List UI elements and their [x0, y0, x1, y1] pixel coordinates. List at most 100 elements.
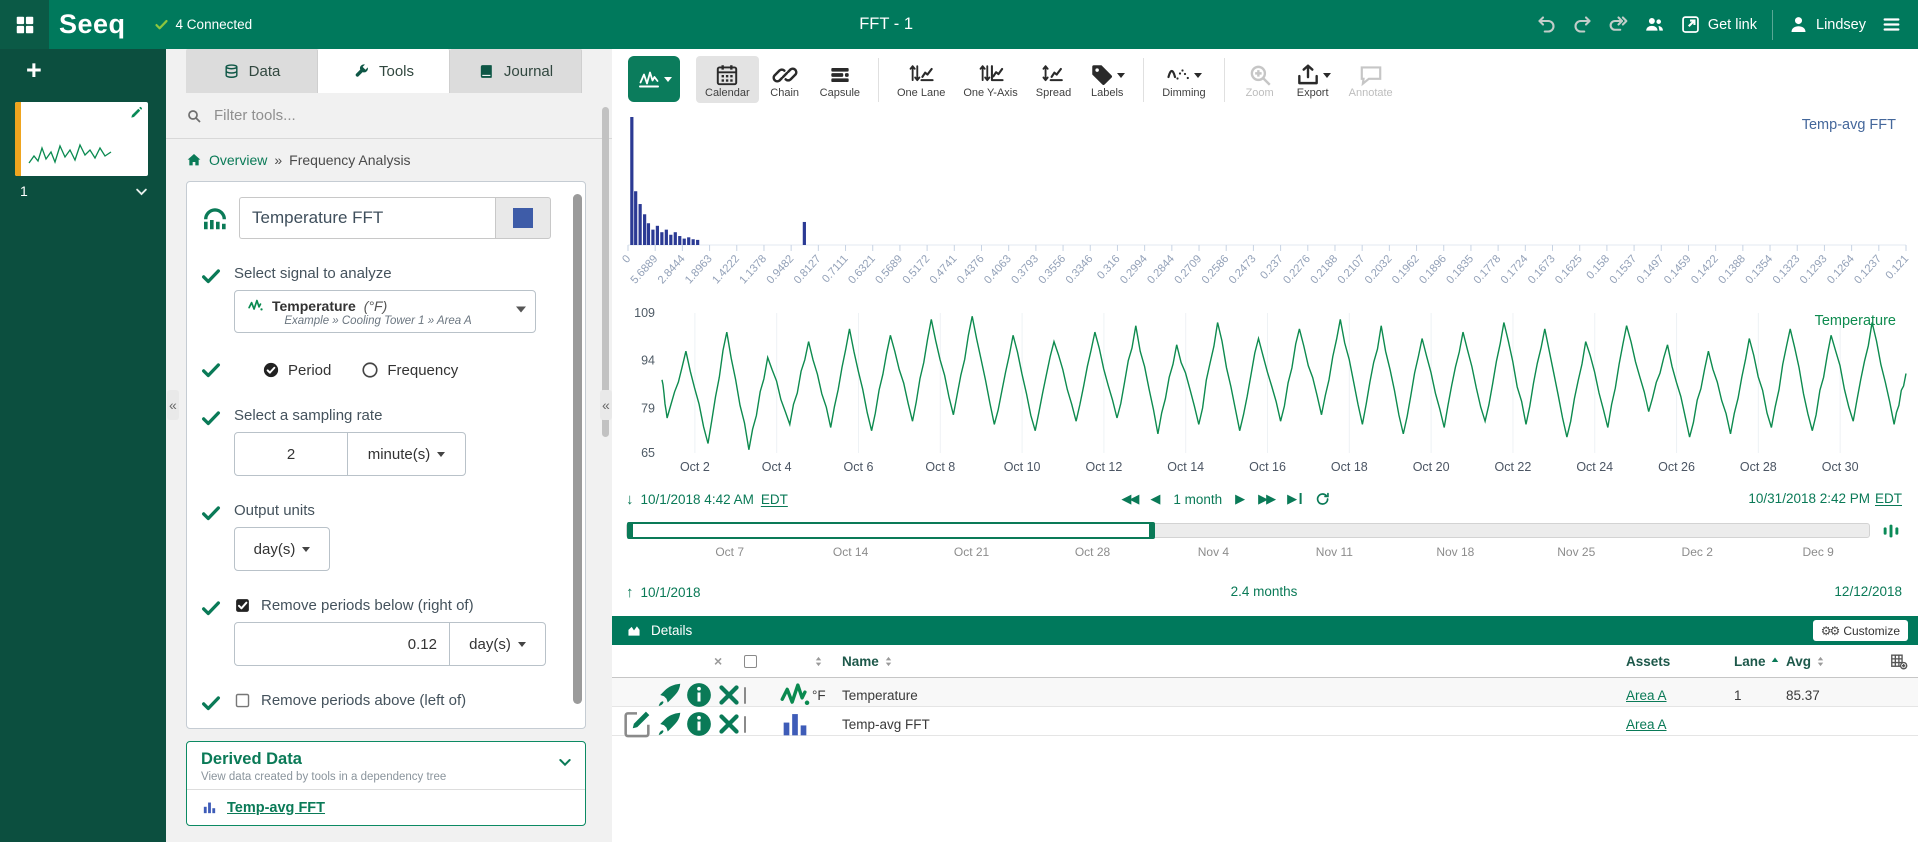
tab-journal[interactable]: Journal	[450, 49, 582, 93]
remove-all-icon[interactable]: ×	[714, 653, 744, 669]
fft-chart[interactable]: Temp-avg FFT 05.68892.84441.89631.42221.…	[622, 109, 1906, 301]
temperature-chart[interactable]: Temperature 109947965Oct 2Oct 4Oct 6Oct …	[622, 301, 1906, 483]
step-check-icon	[200, 359, 222, 381]
hamburger-menu-icon[interactable]	[1881, 14, 1902, 35]
color-picker-button[interactable]	[495, 197, 551, 239]
toolbar-button-calendar[interactable]: Calendar	[696, 56, 759, 103]
sampling-rate-input[interactable]	[235, 433, 347, 475]
output-unit-select[interactable]: day(s)	[234, 527, 330, 571]
worksheet-thumbnail[interactable]	[15, 102, 148, 176]
toolbar-button-chain[interactable]: Chain	[759, 56, 811, 103]
step-forward-half-button[interactable]: ▶▶	[1258, 491, 1274, 507]
temperature-legend[interactable]: Temperature	[1815, 313, 1896, 329]
app-switcher-button[interactable]	[0, 0, 49, 49]
toolbar-button-one-y-axis[interactable]: One Y-Axis	[954, 56, 1026, 103]
range-end-control[interactable]: 10/31/2018 2:42 PM EDT	[1748, 491, 1902, 506]
table-row-temperature[interactable]: °FTemperatureArea A185.37	[612, 678, 1918, 707]
toolbar-button-labels[interactable]: Labels	[1080, 56, 1134, 103]
item-name[interactable]: Temperature	[842, 688, 918, 703]
toolbar-button-one-lane[interactable]: One Lane	[888, 56, 954, 103]
customize-button[interactable]: ⚙⚙ Customize	[1813, 620, 1908, 641]
asset-link[interactable]: Area A	[1626, 688, 1667, 703]
asset-link[interactable]: Area A	[1626, 717, 1667, 732]
svg-text:0.1835: 0.1835	[1444, 253, 1476, 286]
display-mode-button[interactable]	[628, 56, 680, 102]
step-forward-button[interactable]: ▶	[1235, 491, 1245, 507]
remove-icon[interactable]	[714, 709, 744, 739]
column-avg[interactable]: Avg	[1786, 654, 1811, 669]
period-radio[interactable]: Period	[262, 361, 331, 379]
remove-icon[interactable]	[714, 680, 744, 710]
table-row-temp-avg-fft[interactable]: Temp-avg FFT Area A	[612, 707, 1918, 736]
fft-legend[interactable]: Temp-avg FFT	[1802, 117, 1896, 133]
filter-tools-input[interactable]	[212, 106, 592, 125]
worksheet-chevron-down-icon[interactable]	[134, 184, 149, 199]
row-checkbox[interactable]	[744, 687, 746, 704]
column-name[interactable]: Name	[842, 654, 879, 669]
toolbar-button-dimming[interactable]: Dimming	[1153, 56, 1214, 103]
info-icon[interactable]	[684, 680, 714, 710]
investigate-end[interactable]: 12/12/2018	[1834, 584, 1902, 599]
toolbar-button-capsule[interactable]: Capsule	[811, 56, 869, 103]
redo-icon[interactable]	[1572, 14, 1593, 35]
timeline-tick-label: Oct 28	[1075, 545, 1110, 559]
toolbar-button-export[interactable]: Export	[1286, 56, 1340, 103]
svg-text:1.8963: 1.8963	[683, 253, 715, 286]
auto-update-button[interactable]	[1314, 491, 1330, 507]
range-start-control[interactable]: ↓ 10/1/2018 4:42 AM EDT	[626, 491, 788, 508]
users-icon[interactable]	[1644, 14, 1665, 35]
step-back-half-button[interactable]: ◀◀	[1121, 491, 1137, 507]
row-checkbox[interactable]	[744, 716, 746, 733]
frequency-radio[interactable]: Frequency	[361, 361, 458, 379]
remove-below-unit-select[interactable]: day(s)	[449, 623, 545, 665]
edit-icon[interactable]	[620, 707, 654, 741]
add-worksheet-button[interactable]: +	[0, 49, 166, 90]
timeline-selection[interactable]	[627, 522, 1155, 539]
sort-icon[interactable]	[882, 655, 895, 668]
home-icon[interactable]	[186, 152, 202, 168]
range-start-timezone[interactable]: EDT	[761, 492, 788, 507]
investigate-span[interactable]: 2.4 months	[1231, 584, 1298, 599]
duration-label[interactable]: 1 month	[1173, 492, 1222, 507]
signal-select-dropdown[interactable]: Temperature (°F) Example » Cooling Tower…	[234, 290, 536, 333]
item-name[interactable]: Temp-avg FFT	[842, 717, 930, 732]
tool-card-scrollbar[interactable]	[573, 194, 582, 704]
select-all-checkbox[interactable]	[744, 655, 757, 668]
connection-status[interactable]: 4 Connected	[154, 17, 253, 32]
collapse-panel-handle[interactable]: «	[600, 390, 612, 420]
add-column-icon[interactable]	[1889, 652, 1908, 671]
timeline-tick-label: Dec 2	[1682, 545, 1713, 559]
timeline-track[interactable]	[626, 523, 1870, 538]
user-menu[interactable]: Lindsey	[1788, 14, 1866, 35]
derived-data-header[interactable]: Derived Data View data created by tools …	[187, 742, 585, 789]
info-icon[interactable]	[684, 709, 714, 739]
tools-panel-scrollbar[interactable]	[602, 107, 609, 437]
range-end-timezone[interactable]: EDT	[1875, 491, 1902, 506]
column-assets[interactable]: Assets	[1626, 654, 1734, 669]
tab-tools[interactable]: Tools	[318, 49, 450, 93]
caret-down-icon	[1323, 73, 1331, 82]
get-link-button[interactable]: Get link	[1680, 14, 1757, 35]
capsule-time-icon[interactable]	[1880, 520, 1902, 542]
tool-name-input[interactable]	[239, 197, 495, 239]
tab-data[interactable]: Data	[186, 49, 318, 93]
rocket-icon[interactable]	[654, 680, 684, 710]
toolbar-button-spread[interactable]: Spread	[1027, 56, 1080, 103]
remove-above-checkbox[interactable]: Remove periods above (left of)	[234, 692, 551, 709]
collapse-rail-handle[interactable]: «	[167, 390, 179, 420]
column-lane[interactable]: Lane	[1734, 654, 1766, 669]
redo-all-icon[interactable]	[1608, 14, 1629, 35]
step-to-now-button[interactable]: ▶	[1287, 491, 1301, 507]
investigate-start[interactable]: ↑ 10/1/2018	[626, 584, 701, 601]
derived-data-item[interactable]: Temp-avg FFT	[187, 789, 585, 825]
sort-icon[interactable]	[1814, 655, 1827, 668]
breadcrumb-overview[interactable]: Overview	[209, 152, 267, 168]
remove-below-input[interactable]	[235, 623, 449, 665]
timeline-tick-label: Dec 9	[1802, 545, 1833, 559]
undo-icon[interactable]	[1536, 14, 1557, 35]
step-back-button[interactable]: ◀	[1150, 491, 1160, 507]
rocket-icon[interactable]	[654, 709, 684, 739]
remove-below-checkbox[interactable]: Remove periods below (right of)	[234, 597, 551, 614]
sort-icon[interactable]	[812, 655, 825, 668]
sampling-unit-select[interactable]: minute(s)	[347, 433, 465, 475]
